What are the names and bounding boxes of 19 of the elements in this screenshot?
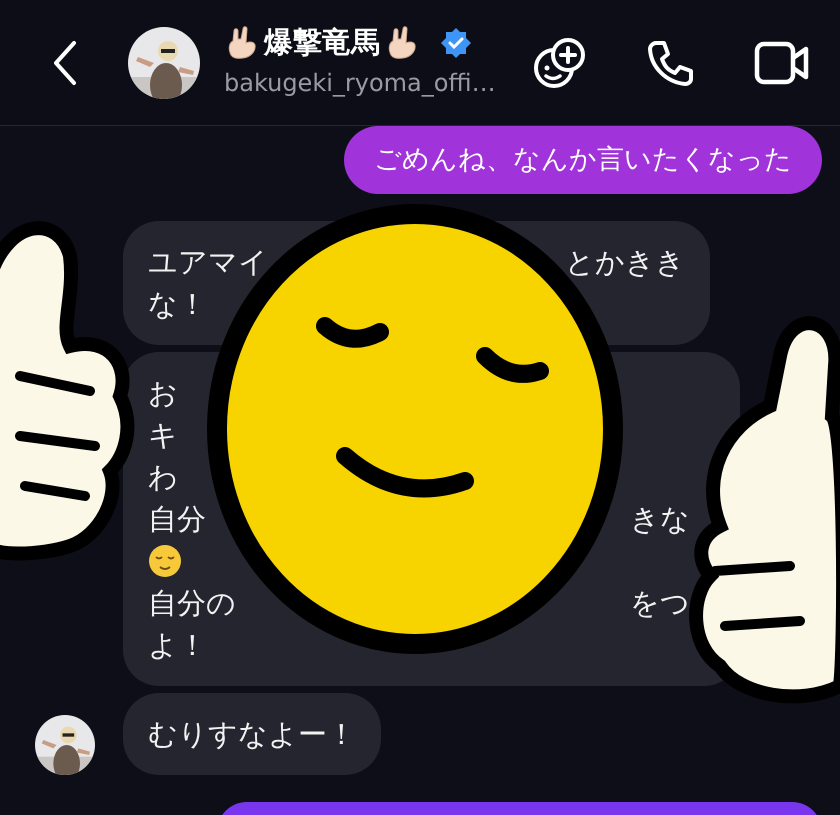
message-text: よ！	[148, 627, 207, 664]
message-text: をつ	[630, 585, 690, 622]
username: bakugeki_ryoma_offi…	[224, 68, 496, 99]
message-text: 自分	[148, 501, 206, 538]
relieved-face-icon	[148, 544, 182, 578]
message-text: キ	[148, 417, 178, 454]
verified-badge-icon	[440, 26, 472, 58]
message-text: わ	[148, 459, 178, 496]
add-sticker-icon[interactable]	[532, 36, 588, 88]
message-text: お	[148, 375, 178, 412]
message-text: ごめんね、なんか言いたくなった	[374, 143, 792, 177]
message-text: とかきき	[565, 244, 685, 281]
message-text: ユアマイ	[148, 244, 268, 281]
contact-name: 爆撃竜馬	[264, 26, 380, 58]
message-text: な！	[148, 286, 207, 323]
message-text: 自分の	[148, 585, 236, 622]
message-text: むりすなよー！	[148, 716, 356, 753]
video-call-icon[interactable]	[754, 40, 810, 86]
message-text: きな	[630, 501, 690, 538]
